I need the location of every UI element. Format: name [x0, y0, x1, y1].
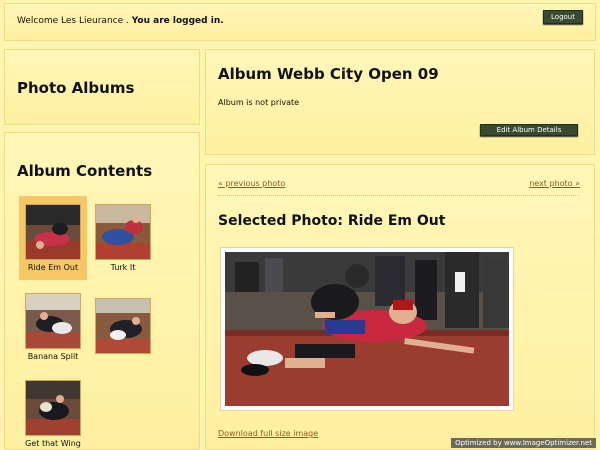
thumbnail-banana-split[interactable]: Banana Split	[19, 285, 87, 369]
album-title: Album Webb City Open 09	[218, 65, 439, 83]
thumbnail-get-that-wing[interactable]: Get that Wing	[19, 372, 87, 450]
next-photo-link[interactable]: next photo »	[529, 179, 580, 188]
header-bar: Welcome Les Lieurance . You are logged i…	[4, 3, 596, 41]
selected-photo-panel: « previous photo next photo » Selected P…	[205, 164, 595, 450]
thumbnail-image[interactable]	[25, 380, 81, 436]
album-info-panel: Album Webb City Open 09 Album is not pri…	[205, 49, 595, 155]
thumbnail-caption: Get that Wing	[25, 439, 81, 448]
album-contents-panel: Album Contents Ride Em Out Turk It Banan…	[4, 132, 200, 450]
divider	[218, 195, 580, 196]
thumbnail-image[interactable]	[25, 204, 81, 260]
thumbnail-image[interactable]	[95, 298, 151, 354]
photo-albums-panel: Photo Albums	[4, 49, 200, 125]
album-contents-heading: Album Contents	[17, 162, 153, 180]
edit-album-details-button[interactable]: Edit Album Details	[480, 124, 578, 136]
thumbnail-ride-em-out[interactable]: Ride Em Out	[19, 196, 87, 280]
album-privacy-status: Album is not private	[218, 98, 300, 107]
thumbnail-image[interactable]	[95, 204, 151, 260]
thumbnail-caption: Ride Em Out	[27, 263, 79, 272]
welcome-message: Welcome Les Lieurance . You are logged i…	[17, 16, 224, 26]
thumbnail-caption: Banana Split	[27, 352, 79, 361]
watermark-text: Optimized by www.ImageOptimizer.net	[451, 438, 596, 448]
logout-button[interactable]: Logout	[543, 10, 583, 24]
welcome-text: Welcome Les Lieurance .	[17, 16, 129, 26]
download-full-size-link[interactable]: Download full size image	[218, 429, 318, 438]
thumbnail-image[interactable]	[25, 293, 81, 349]
selected-photo-title: Selected Photo: Ride Em Out	[218, 213, 446, 229]
thumbnail-caption: Turk It	[110, 263, 136, 272]
logged-in-text: You are logged in.	[131, 16, 224, 26]
thumbnail-untitled[interactable]	[89, 290, 157, 374]
selected-photo-frame	[220, 247, 514, 411]
selected-photo-image	[225, 252, 509, 406]
thumbnail-turk-it[interactable]: Turk It	[89, 196, 157, 280]
previous-photo-link[interactable]: « previous photo	[218, 179, 285, 188]
photo-albums-heading: Photo Albums	[17, 79, 135, 97]
